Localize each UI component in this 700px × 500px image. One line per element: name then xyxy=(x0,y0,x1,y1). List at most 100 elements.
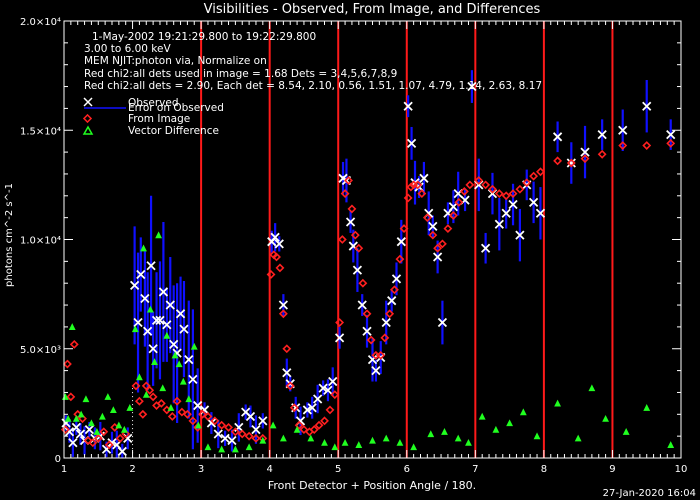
x-tick-label: 2 xyxy=(129,464,135,475)
difference-point xyxy=(109,406,117,414)
info-line-2: 3.00 to 6.00 keV xyxy=(84,43,171,55)
image-point xyxy=(320,416,329,426)
difference-point xyxy=(396,438,404,446)
image-point xyxy=(217,420,227,430)
difference-point xyxy=(478,412,486,420)
info-line-5: Red chi2:all dets = 2.90, Each det = 8.5… xyxy=(84,80,542,92)
difference-point xyxy=(341,438,349,446)
y-tick-label: 2.0×10⁴ xyxy=(20,17,61,28)
image-point xyxy=(337,235,347,244)
image-point xyxy=(362,309,372,319)
difference-point xyxy=(667,441,675,448)
y-tick-label: 0 xyxy=(55,454,61,465)
difference-point xyxy=(245,443,253,451)
difference-point xyxy=(622,428,630,435)
difference-point xyxy=(492,425,500,433)
x-tick-label: 6 xyxy=(404,464,410,475)
image-point xyxy=(494,189,504,199)
info-line-3: MEM NJIT:photon via, Normalize on xyxy=(84,55,267,67)
x-tick-label: 1 xyxy=(61,464,67,475)
y-tick-label: 1.0×10⁴ xyxy=(20,236,61,247)
difference-point xyxy=(269,421,277,429)
image-point xyxy=(465,180,475,190)
image-point xyxy=(501,191,511,201)
difference-point xyxy=(321,438,328,446)
image-point xyxy=(138,409,148,419)
image-point xyxy=(443,224,453,234)
difference-point xyxy=(126,404,134,411)
difference-point xyxy=(104,393,112,400)
difference-point xyxy=(68,323,76,330)
image-point xyxy=(325,405,335,415)
difference-point xyxy=(533,432,541,440)
image-point xyxy=(515,184,525,194)
difference-point xyxy=(163,331,171,339)
difference-point xyxy=(588,384,596,392)
difference-point xyxy=(369,436,376,444)
difference-point xyxy=(218,445,226,453)
image-point xyxy=(553,156,563,166)
difference-point xyxy=(602,414,609,422)
difference-point xyxy=(120,425,128,433)
footer-timestamp: 27-Jan-2020 16:04 xyxy=(603,488,696,499)
image-point xyxy=(597,149,607,159)
x-tick-label: 8 xyxy=(541,464,547,475)
info-line-1: 1-May-2002 19:21:29.800 to 19:22:29.800 xyxy=(92,31,316,43)
difference-point xyxy=(167,404,175,411)
y-tick-label: 1.5×10⁴ xyxy=(20,126,61,137)
difference-point xyxy=(355,441,363,448)
legend: Observed Error on Observed From Image Ve… xyxy=(82,97,224,137)
chart-title: Visibilities - Observed, From Image, and… xyxy=(204,2,541,17)
image-point xyxy=(275,263,285,273)
image-point xyxy=(358,278,368,288)
difference-point xyxy=(506,419,514,427)
difference-point xyxy=(454,434,462,442)
visibility-chart: 1 2 3 4 5 6 7 8 9 10 0 5.0×10³ 1.0×10⁴ 1.5×10⁴ 2.0×10⁴… xyxy=(4,2,696,499)
image-point xyxy=(642,141,652,150)
image-point xyxy=(69,339,79,349)
difference-point xyxy=(88,419,95,427)
x-axis-label: Front Detector + Position Angle / 180. xyxy=(268,479,476,492)
x-tick-label: 10 xyxy=(675,464,688,475)
image-point xyxy=(237,429,247,439)
legend-image-marker xyxy=(82,113,93,124)
x-tick-label: 7 xyxy=(472,464,478,475)
difference-point xyxy=(554,399,562,407)
x-tick-label: 3 xyxy=(198,464,204,475)
chart-root: 1 2 3 4 5 6 7 8 9 10 0 5.0×10³ 1.0×10⁴ 1.5×10⁴ 2.0×10⁴… xyxy=(0,0,700,500)
legend-image-label: From Image xyxy=(128,113,190,125)
legend-observed-marker xyxy=(83,97,93,107)
x-tick-label: 9 xyxy=(609,464,615,475)
difference-point xyxy=(307,434,315,442)
image-point xyxy=(148,392,158,402)
difference-point xyxy=(643,404,651,411)
difference-point xyxy=(204,443,212,451)
difference-point xyxy=(519,408,527,416)
image-point xyxy=(244,431,254,441)
difference-point xyxy=(574,434,582,442)
difference-point xyxy=(382,434,390,442)
x-tick-label: 4 xyxy=(266,464,272,475)
difference-point xyxy=(427,430,435,438)
image-point xyxy=(115,433,125,443)
image-point xyxy=(314,420,324,430)
image-point xyxy=(62,359,72,369)
info-line-4: Red chi2:all dets used in image = 1.68 D… xyxy=(84,68,397,80)
difference-point xyxy=(331,443,339,451)
image-point xyxy=(437,239,447,249)
image-points xyxy=(60,138,676,450)
difference-point xyxy=(115,421,123,429)
difference-point xyxy=(465,438,472,446)
y-tick-label: 5.0×10³ xyxy=(20,345,61,356)
difference-point xyxy=(279,434,287,442)
image-point xyxy=(224,422,233,432)
image-point xyxy=(282,344,292,354)
y-axis-label: photons cm^-2 s^-1 xyxy=(4,183,15,287)
difference-point xyxy=(98,412,106,420)
difference-point xyxy=(82,395,90,403)
image-point xyxy=(66,392,76,402)
image-point xyxy=(536,167,545,177)
difference-point xyxy=(410,443,418,451)
image-point xyxy=(272,252,281,262)
difference-point xyxy=(185,395,193,403)
